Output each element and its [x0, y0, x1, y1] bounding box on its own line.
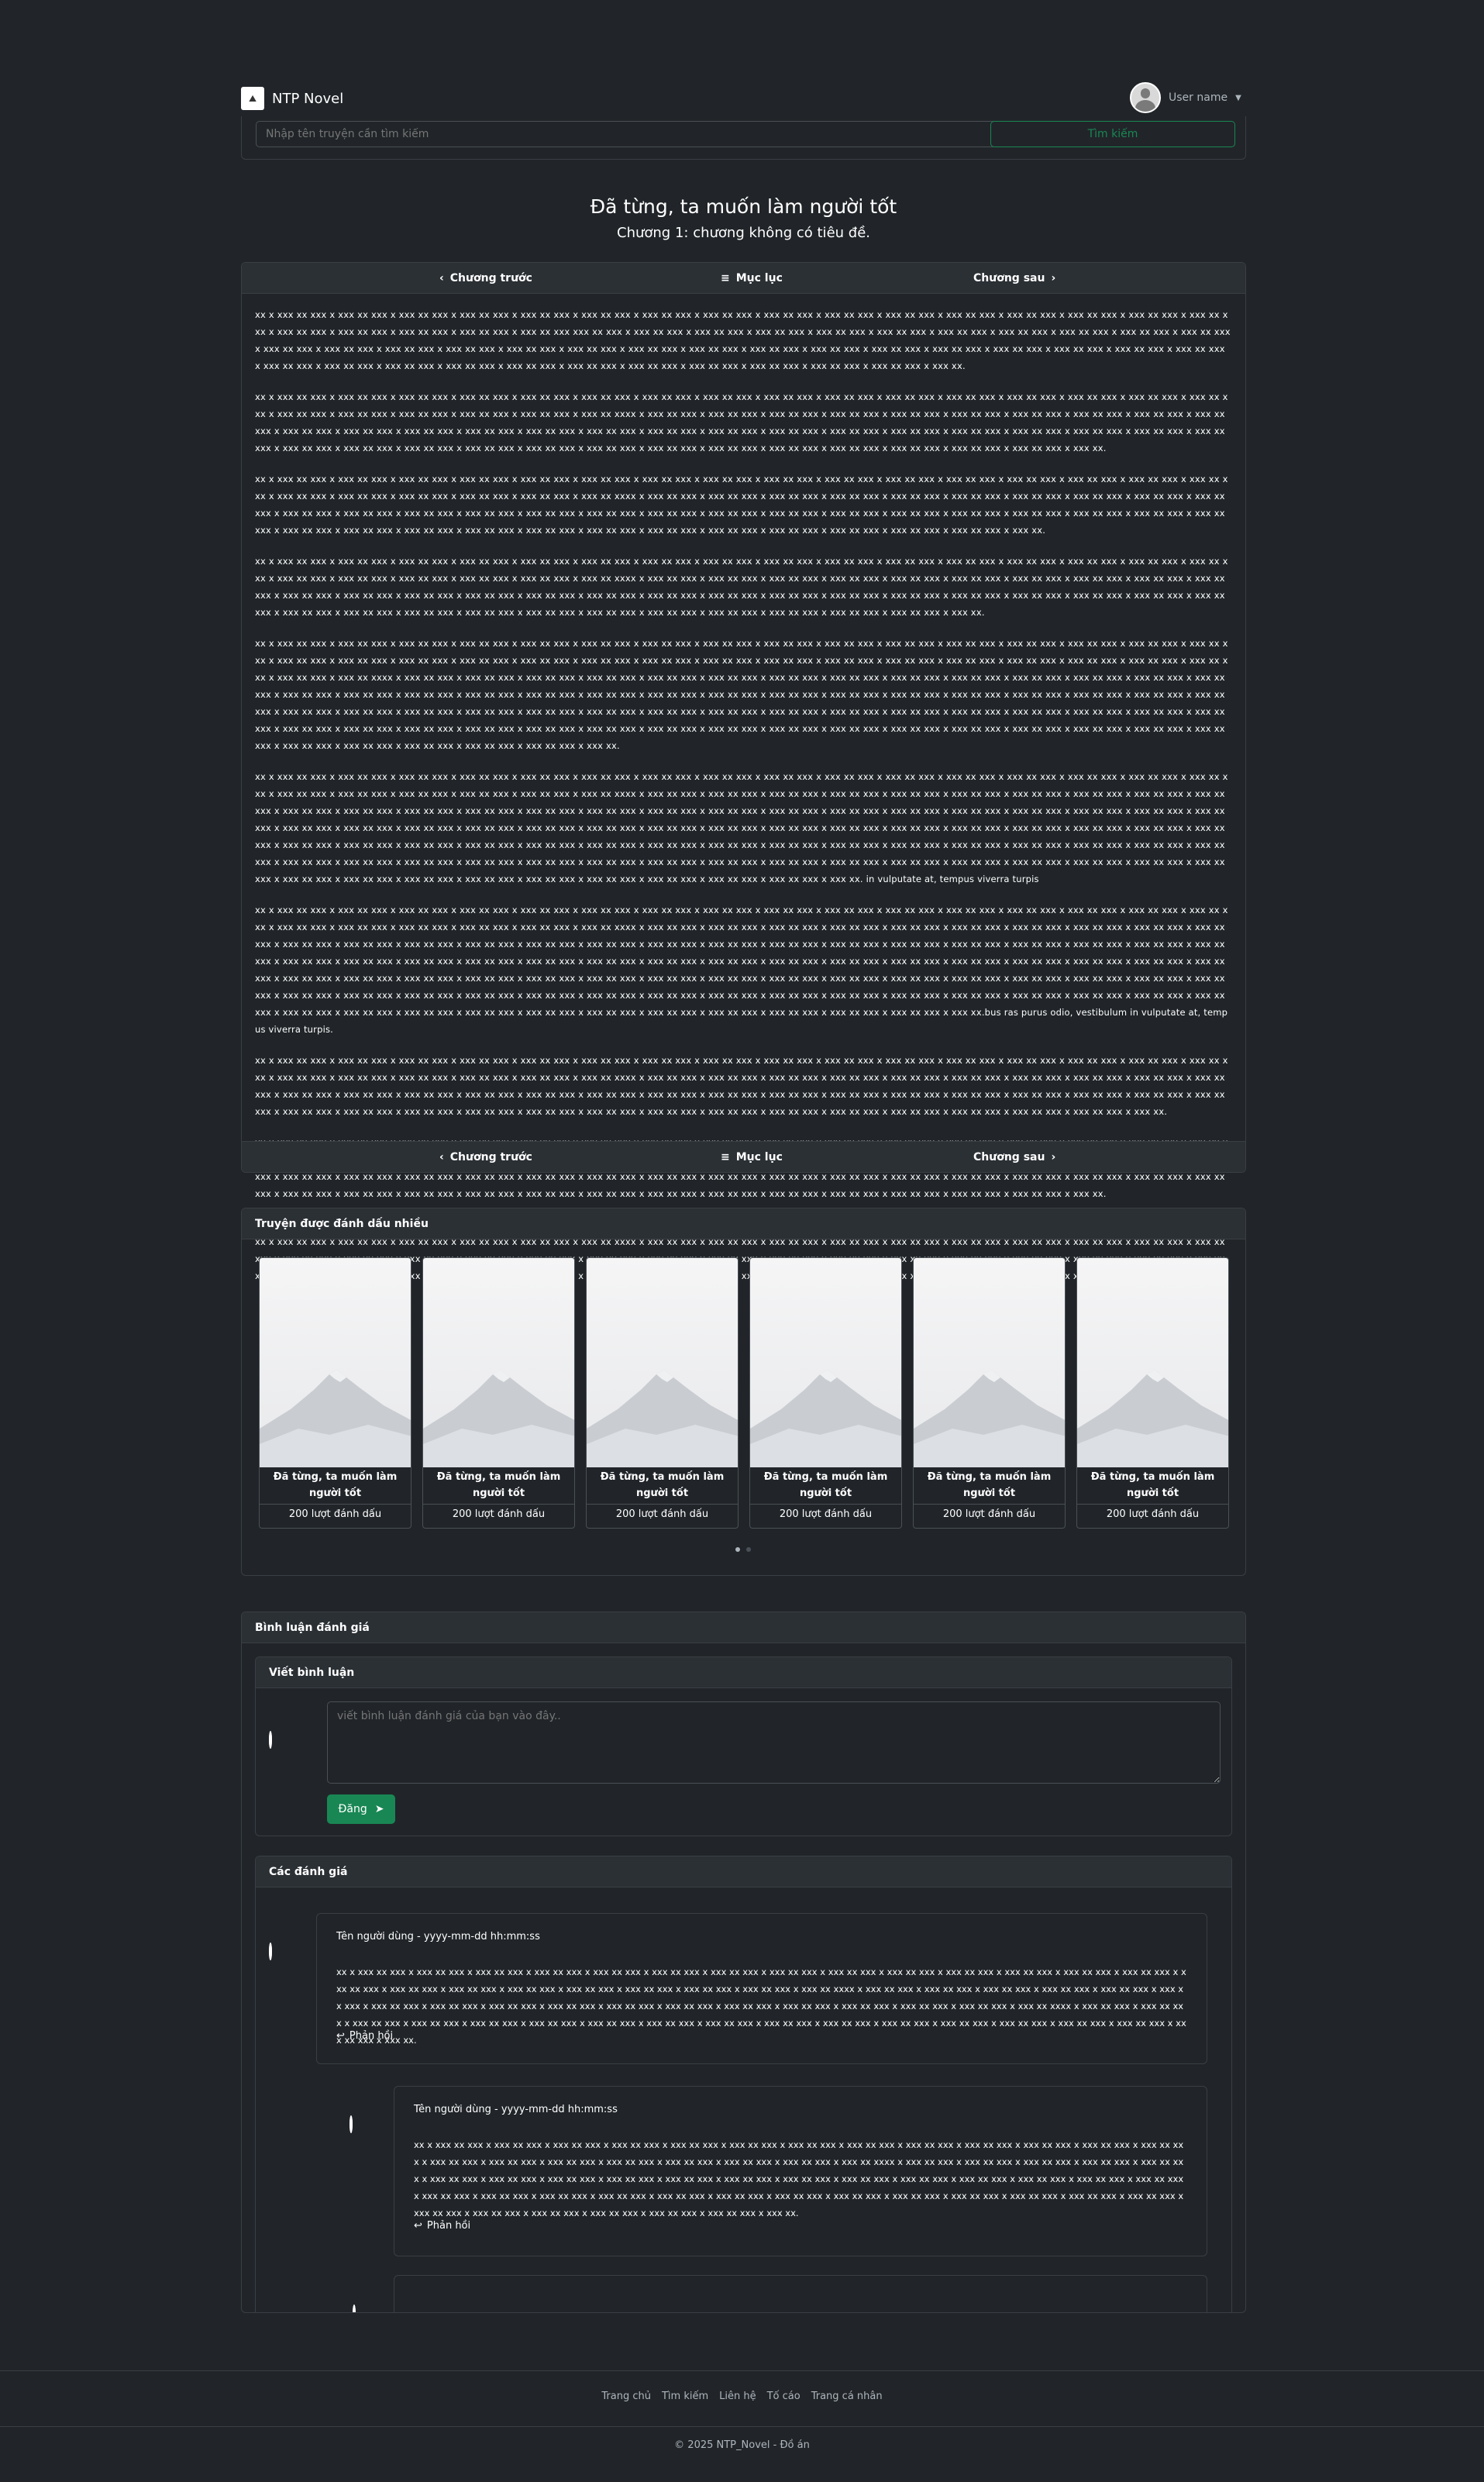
user-name: User name [1169, 91, 1228, 104]
bookmark-count: 200 lượt đánh dấu [1106, 1508, 1200, 1520]
paragraph: xx x xxx xx xxx x xxx xx xxx x xxx xx xx… [255, 391, 1228, 453]
brand-logo: ⛰ [241, 87, 264, 110]
avatar [269, 1731, 272, 1749]
book-card[interactable]: Đã từng, ta muốn làm người tốt 200 lượt đ… [1076, 1257, 1229, 1529]
book-cover-image [423, 1258, 574, 1467]
avatar [1130, 82, 1161, 113]
book-card[interactable]: Đã từng, ta muốn làm người tốt 200 lượt đ… [913, 1257, 1066, 1529]
carousel-dot[interactable] [735, 1547, 740, 1552]
prev-chapter-button[interactable]: ‹ Chương trước [439, 1151, 532, 1163]
comments-heading: Bình luận đánh giá [242, 1612, 1245, 1643]
footer-divider [0, 2426, 1484, 2427]
chapter-nav-top: ‹ Chương trước ≡ Mục lục Chương sau › [242, 263, 1245, 294]
paragraph: xx x xxx xx xxx x xxx xx xxx x xxx xx xx… [255, 556, 1228, 618]
book-title: Đã từng, ta muốn làm người tốt [914, 1467, 1065, 1505]
paragraph: xx x xxx xx xxx x xxx xx xxx x xxx xx xx… [255, 638, 1228, 751]
reviews-panel: Các đánh giá Tên người dùng - yyyy-mm-dd… [255, 1856, 1232, 2312]
bookmark-count: 200 lượt đánh dấu [288, 1508, 382, 1520]
list-icon: ≡ [721, 271, 730, 284]
paragraph: xx x xxx xx xxx x xxx xx xxx x xxx xx xx… [255, 771, 1228, 884]
review-reply-item [394, 2275, 1207, 2312]
book-cover-image [750, 1258, 901, 1467]
comments-card: Bình luận đánh giá Viết bình luận Đăng ➤… [241, 1612, 1246, 2313]
book-cover-image [1077, 1258, 1228, 1467]
chapter-title: Chương 1: chương không có tiêu đề. [617, 225, 870, 241]
brand[interactable]: ⛰ NTP Novel [241, 85, 343, 112]
bookmark-count: 200 lượt đánh dấu [452, 1508, 546, 1520]
footer-links: Trang chủ Tìm kiếm Liên hệ Tố cáo Trang cá n… [0, 2391, 1484, 2402]
paragraph: xx x xxx xx xxx x xxx xx xxx x xxx xx xx… [255, 309, 1231, 371]
search-button[interactable]: Tìm kiếm [990, 121, 1235, 147]
footer-link[interactable]: Trang cá nhân [811, 2391, 883, 2402]
write-comment-heading: Viết bình luận [256, 1657, 1231, 1688]
bookmarks-card: Truyện được đánh dấu nhiều Đã từng, ta m… [241, 1208, 1246, 1576]
write-comment-panel: Viết bình luận Đăng ➤ [255, 1656, 1232, 1836]
footer-link[interactable]: Liên hệ [719, 2391, 756, 2402]
bookmark-count: 200 lượt đánh dấu [615, 1508, 709, 1520]
book-cover-image [587, 1258, 738, 1467]
paragraph: xx x xxx xx xxx x xxx xx xxx x xxx xx xx… [255, 905, 1228, 1035]
list-icon: ≡ [721, 1150, 730, 1163]
book-cover-image [260, 1258, 411, 1467]
bookmark-count: 200 lượt đánh dấu [942, 1508, 1036, 1520]
chevron-right-icon: › [1051, 271, 1056, 284]
send-icon: ➤ [374, 1803, 384, 1815]
chevron-right-icon: › [1051, 1150, 1056, 1163]
book-title: Đã từng, ta muốn làm người tốt [423, 1467, 574, 1505]
book-card[interactable]: Đã từng, ta muốn làm người tốt 200 lượt đ… [749, 1257, 902, 1529]
carousel-indicators [735, 1547, 751, 1552]
review-item: Tên người dùng - yyyy-mm-dd hh:mm:ss xx … [316, 1913, 1207, 2064]
paragraph: xx x xxx xx xxx x xxx xx xxx x xxx xx xx… [255, 1055, 1228, 1117]
toc-button[interactable]: ≡ Mục lục [721, 1151, 783, 1163]
book-cover-image [914, 1258, 1065, 1467]
book-card[interactable]: Đã từng, ta muốn làm người tốt 200 lượt đ… [259, 1257, 411, 1529]
chapter-card: ‹ Chương trước ≡ Mục lục Chương sau › xx… [241, 262, 1246, 1281]
footer-link[interactable]: Tố cáo [767, 2391, 801, 2402]
next-chapter-button[interactable]: Chương sau › [973, 272, 1055, 284]
reply-button[interactable]: ↩ Phản hồi [336, 2030, 393, 2042]
brand-name: NTP Novel [272, 90, 344, 107]
story-title: Đã từng, ta muốn làm người tốt [590, 195, 897, 218]
book-carousel: Đã từng, ta muốn làm người tốt 200 lượt đ… [259, 1257, 1229, 1529]
carousel-dot[interactable] [746, 1547, 751, 1552]
footer-link[interactable]: Trang chủ [601, 2391, 651, 2402]
post-comment-button[interactable]: Đăng ➤ [327, 1794, 395, 1824]
next-chapter-button[interactable]: Chương sau › [973, 1151, 1055, 1163]
book-title: Đã từng, ta muốn làm người tốt [1077, 1467, 1228, 1505]
footer-link[interactable]: Tìm kiếm [662, 2391, 708, 2402]
reply-icon: ↩ [414, 2220, 422, 2232]
book-card[interactable]: Đã từng, ta muốn làm người tốt 200 lượt đ… [586, 1257, 739, 1529]
chapter-nav-bottom: ‹ Chương trước ≡ Mục lục Chương sau › [242, 1141, 1245, 1172]
book-title: Đã từng, ta muốn làm người tốt [260, 1467, 411, 1505]
search-bar: Tìm kiếm [241, 116, 1246, 160]
reply-button[interactable]: ↩ Phản hồi [414, 2220, 470, 2232]
book-title: Đã từng, ta muốn làm người tốt [750, 1467, 901, 1505]
review-meta: Tên người dùng - yyyy-mm-dd hh:mm:ss [414, 2104, 618, 2115]
user-menu[interactable]: User name ▼ [1130, 82, 1241, 113]
reply-icon: ↩ [336, 2030, 345, 2042]
reviews-heading: Các đánh giá [256, 1856, 1231, 1887]
avatar [353, 2304, 356, 2312]
bookmarks-heading: Truyện được đánh dấu nhiều [242, 1208, 1245, 1239]
chevron-left-icon: ‹ [439, 1150, 444, 1163]
paragraph: xx x xxx xx xxx x xxx xx xxx x xxx xx xx… [255, 474, 1228, 536]
bookmark-count: 200 lượt đánh dấu [779, 1508, 873, 1520]
avatar [269, 1943, 272, 1960]
copyright: © 2025 NTP_Novel - Đồ án [674, 2439, 810, 2451]
footer-divider [0, 2370, 1484, 2371]
book-card[interactable]: Đã từng, ta muốn làm người tốt 200 lượt đ… [422, 1257, 575, 1529]
review-reply-item: Tên người dùng - yyyy-mm-dd hh:mm:ss xx … [394, 2086, 1207, 2256]
review-text: xx x xxx xx xxx x xxx xx xxx x xxx xx xx… [414, 2139, 1184, 2218]
chevron-left-icon: ‹ [439, 271, 444, 284]
book-title: Đã từng, ta muốn làm người tốt [587, 1467, 738, 1505]
review-text: xx x xxx xx xxx x xxx xx xxx x xxx xx xx… [336, 1967, 1186, 2046]
review-meta: Tên người dùng - yyyy-mm-dd hh:mm:ss [336, 1931, 540, 1943]
toc-button[interactable]: ≡ Mục lục [721, 272, 783, 284]
chevron-down-icon: ▼ [1235, 93, 1241, 102]
avatar [349, 2115, 353, 2133]
comment-textarea[interactable] [327, 1701, 1221, 1784]
prev-chapter-button[interactable]: ‹ Chương trước [439, 272, 532, 284]
